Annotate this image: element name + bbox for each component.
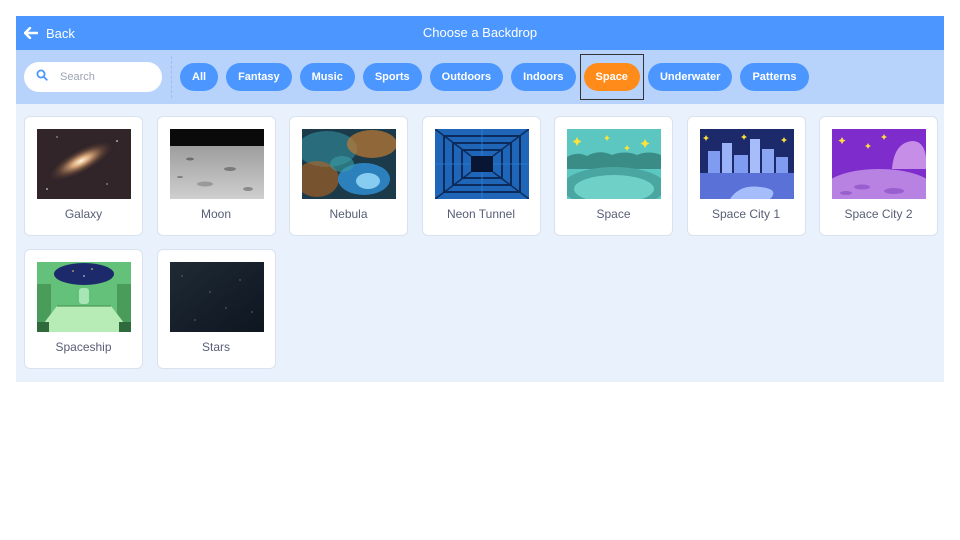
backdrop-name: Space City 1 (711, 207, 781, 221)
tag-sports[interactable]: Sports (362, 63, 422, 91)
backdrop-card-space[interactable]: Space (554, 116, 673, 236)
backdrop-card-neon-tunnel[interactable]: Neon Tunnel (421, 116, 541, 236)
backdrop-library: Back Choose a Backdrop All Fantasy Music… (16, 16, 944, 382)
tag-underwater[interactable]: Underwater (647, 63, 733, 91)
page-title: Choose a Backdrop (422, 25, 538, 40)
moon-thumbnail (169, 129, 264, 199)
space-city-2-thumbnail (832, 129, 926, 199)
spaceship-thumbnail (37, 262, 131, 332)
backdrop-grid: Galaxy Moon Nebula Neon Tunnel Space Spa… (24, 116, 944, 369)
tag-outdoors[interactable]: Outdoors (429, 63, 504, 91)
galaxy-thumbnail (37, 129, 131, 199)
backdrop-card-galaxy[interactable]: Galaxy (24, 116, 143, 236)
space-thumbnail (567, 129, 661, 199)
backdrop-card-stars[interactable]: Stars (156, 249, 276, 369)
filter-bar: All Fantasy Music Sports Outdoors Indoor… (16, 50, 944, 104)
nebula-thumbnail (302, 129, 396, 199)
tag-music[interactable]: Music (299, 63, 355, 91)
tag-space[interactable]: Space (583, 63, 640, 91)
backdrop-name: Nebula (329, 207, 368, 221)
search-input[interactable] (58, 70, 157, 84)
backdrop-name: Space (596, 207, 631, 221)
neon-tunnel-thumbnail (434, 129, 529, 199)
backdrop-name: Galaxy (64, 207, 103, 221)
backdrop-name: Moon (200, 207, 232, 221)
stars-thumbnail (169, 262, 264, 332)
library-header: Back Choose a Backdrop (16, 16, 944, 50)
tag-list: All Fantasy Music Sports Outdoors Indoor… (180, 54, 809, 100)
backdrop-name: Neon Tunnel (446, 207, 516, 221)
tag-space-highlight: Space (579, 54, 645, 100)
space-city-1-thumbnail (699, 129, 794, 199)
search-box[interactable] (24, 62, 162, 92)
tag-patterns[interactable]: Patterns (740, 63, 809, 91)
backdrop-name: Stars (201, 340, 230, 354)
filter-divider (171, 56, 172, 98)
backdrop-name: Space City 2 (844, 207, 913, 221)
tag-fantasy[interactable]: Fantasy (226, 63, 292, 91)
backdrop-name: Spaceship (55, 340, 112, 354)
backdrop-card-moon[interactable]: Moon (156, 116, 276, 236)
backdrop-card-nebula[interactable]: Nebula (289, 116, 408, 236)
tag-all[interactable]: All (180, 63, 219, 91)
search-icon (36, 68, 48, 86)
backdrop-card-spaceship[interactable]: Spaceship (24, 249, 143, 369)
tag-indoors[interactable]: Indoors (511, 63, 576, 91)
backdrop-card-space-city-2[interactable]: Space City 2 (819, 116, 938, 236)
backdrop-card-space-city-1[interactable]: Space City 1 (686, 116, 806, 236)
